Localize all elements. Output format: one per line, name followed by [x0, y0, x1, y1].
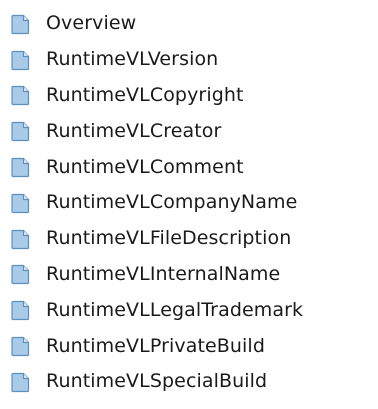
- topic-label[interactable]: RuntimeVLLegalTrademark: [46, 300, 303, 320]
- topic-label[interactable]: RuntimeVLInternalName: [46, 264, 280, 284]
- page-icon: [10, 120, 32, 142]
- topic-label[interactable]: RuntimeVLCopyright: [46, 85, 244, 105]
- topic-runtimevlinternalname[interactable]: RuntimeVLInternalName: [6, 257, 378, 293]
- page-icon: [10, 228, 32, 250]
- topic-runtimevlspecialbuild[interactable]: RuntimeVLSpecialBuild: [6, 364, 378, 400]
- topic-runtimevlcreator[interactable]: RuntimeVLCreator: [6, 113, 378, 149]
- page-icon: [10, 156, 32, 178]
- topic-label[interactable]: RuntimeVLVersion: [46, 50, 218, 69]
- page-icon: [10, 263, 32, 285]
- page-icon: [10, 335, 32, 357]
- topic-runtimevlfiledescription[interactable]: RuntimeVLFileDescription: [6, 221, 378, 257]
- page-icon: [10, 13, 32, 35]
- topic-label[interactable]: RuntimeVLSpecialBuild: [46, 372, 267, 391]
- topic-label[interactable]: RuntimeVLComment: [46, 157, 244, 177]
- page-icon: [10, 371, 32, 393]
- topic-runtimevlcompanyname[interactable]: RuntimeVLCompanyName: [6, 185, 378, 221]
- topic-runtimevllegaltrademark[interactable]: RuntimeVLLegalTrademark: [6, 292, 378, 328]
- topic-overview[interactable]: Overview: [6, 6, 378, 42]
- topic-label[interactable]: RuntimeVLFileDescription: [46, 229, 291, 248]
- topic-runtimevlcopyright[interactable]: RuntimeVLCopyright: [6, 78, 378, 114]
- page-icon: [10, 299, 32, 321]
- topic-runtimevlprivatebuild[interactable]: RuntimeVLPrivateBuild: [6, 328, 378, 364]
- help-topic-list: Overview RuntimeVLVersion RuntimeVLCopyr…: [0, 0, 378, 400]
- page-icon: [10, 84, 32, 106]
- page-icon: [10, 192, 32, 214]
- topic-label[interactable]: Overview: [46, 14, 136, 33]
- page-icon: [10, 49, 32, 71]
- topic-label[interactable]: RuntimeVLPrivateBuild: [46, 336, 265, 356]
- topic-label[interactable]: RuntimeVLCompanyName: [46, 193, 297, 212]
- topic-label[interactable]: RuntimeVLCreator: [46, 121, 221, 141]
- topic-runtimevlcomment[interactable]: RuntimeVLComment: [6, 149, 378, 185]
- topic-runtimevlversion[interactable]: RuntimeVLVersion: [6, 42, 378, 78]
